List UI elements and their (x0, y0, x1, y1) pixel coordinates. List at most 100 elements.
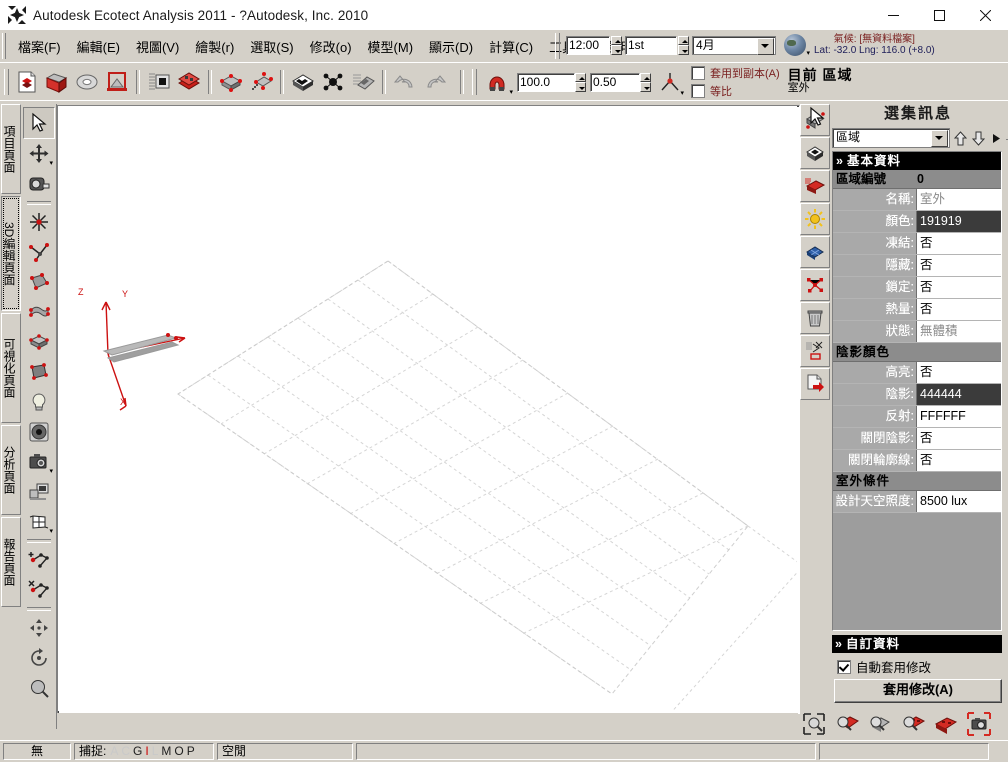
snap-letter-o[interactable]: O (174, 744, 183, 759)
apply-changes-button[interactable]: 套用修改(A) (834, 679, 1002, 703)
extruded-box-tool[interactable] (24, 327, 54, 357)
row-shadow[interactable]: 陰影: 444444 (833, 384, 1001, 406)
page-tab-report[interactable]: 報告頁面 (1, 517, 21, 607)
print-button[interactable] (144, 67, 174, 97)
row-design-sky[interactable]: 設計天空照度: 8500 lux (833, 491, 1001, 513)
row-reflection[interactable]: 反射: FFFFFF (833, 406, 1001, 428)
snap-letter-a[interactable]: A (110, 744, 118, 759)
apply-to-copy-row[interactable]: 套用到副本(A) (691, 65, 780, 81)
maximize-button[interactable] (916, 0, 962, 30)
zoom-extents-button[interactable] (799, 709, 829, 739)
chevron-down-icon[interactable] (931, 130, 948, 147)
close-button[interactable] (962, 0, 1008, 30)
more-options-button[interactable] (988, 129, 1004, 147)
thermal-display-button[interactable] (800, 170, 830, 202)
redo-button[interactable] (420, 67, 450, 97)
export-button[interactable] (102, 67, 132, 97)
next-object-button[interactable] (970, 129, 986, 147)
node-edit-button[interactable] (246, 67, 276, 97)
material-library-button[interactable] (318, 67, 348, 97)
auto-apply-checkbox[interactable] (837, 659, 851, 674)
object-tree-button[interactable] (800, 335, 830, 367)
day-input[interactable]: 1st (625, 35, 677, 55)
snap-letter-m[interactable]: M (161, 744, 171, 759)
select-pointer-tool[interactable] (23, 107, 55, 139)
grid-size-input[interactable]: 100.0 (517, 72, 575, 92)
curved-surface-tool[interactable] (24, 297, 54, 327)
3d-viewport[interactable]: Z X Y (57, 105, 800, 714)
page-tab-visualise[interactable]: 可視化頁面 (1, 313, 21, 423)
row-thermal-value[interactable]: 否 (917, 299, 1001, 320)
viewport-canvas[interactable]: Z X Y (58, 106, 799, 713)
grid-size-spinner[interactable] (575, 72, 586, 92)
apply-to-copy-checkbox[interactable] (691, 66, 705, 80)
menu-draw[interactable]: 繪製(r) (188, 35, 241, 58)
time-spinner[interactable] (611, 35, 622, 55)
row-highlight-value[interactable]: 否 (917, 362, 1001, 383)
snap-letter-l[interactable]: L (152, 744, 159, 759)
row-locked[interactable]: 鎖定: 否 (833, 277, 1001, 299)
snap-letter-c[interactable]: C (121, 744, 130, 759)
solid-box-tool[interactable] (24, 357, 54, 387)
axis-tripod-icon[interactable]: ▾ (655, 67, 685, 97)
report-export-button[interactable] (800, 368, 830, 400)
proportional-checkbox[interactable] (691, 84, 705, 98)
row-colour[interactable]: 顏色: 191919 (833, 211, 1001, 233)
speaker-tool[interactable] (24, 417, 54, 447)
grid-display-button[interactable] (800, 236, 830, 268)
object-type-combo[interactable]: 區域 (832, 128, 950, 148)
globe-icon[interactable]: ▾ (784, 34, 810, 57)
row-locked-value[interactable]: 否 (917, 277, 1001, 298)
section-custom-data[interactable]: » 自訂資料 (832, 635, 1002, 653)
row-no-shadow-value[interactable]: 否 (917, 428, 1001, 449)
menu-view[interactable]: 視圖(V) (129, 35, 186, 58)
computer-tool[interactable] (24, 477, 54, 507)
section-basic-data[interactable]: » 基本資料 (833, 152, 1001, 170)
window-tool[interactable]: ▾ (24, 507, 54, 537)
pan-view-tool[interactable] (24, 613, 54, 643)
row-reflection-value[interactable]: FFFFFF (917, 406, 1001, 427)
menu-file[interactable]: 檔案(F) (11, 35, 68, 58)
camera-tool[interactable]: ▾ (24, 447, 54, 477)
orbit-view-tool[interactable] (24, 643, 54, 673)
zoom-zone-button[interactable] (865, 709, 895, 739)
section-outdoor-conditions[interactable]: 室外條件 (833, 472, 1001, 491)
row-highlight[interactable]: 高亮: 否 (833, 362, 1001, 384)
add-node-tool[interactable] (24, 545, 54, 575)
row-hidden[interactable]: 隱藏: 否 (833, 255, 1001, 277)
row-hidden-value[interactable]: 否 (917, 255, 1001, 276)
proportional-row[interactable]: 等比 (691, 83, 780, 99)
render-button[interactable] (348, 67, 378, 97)
menu-modify[interactable]: 修改(o) (303, 35, 359, 58)
trash-button[interactable] (800, 302, 830, 334)
snap-letter-g[interactable]: G (133, 744, 142, 759)
row-frozen-value[interactable]: 否 (917, 233, 1001, 254)
model-settings-button[interactable] (174, 67, 204, 97)
datetime-toolbar-grip[interactable] (555, 33, 560, 59)
menu-edit[interactable]: 編輯(E) (70, 35, 127, 58)
section-shadow-colour[interactable]: 陰影顏色 (833, 343, 1001, 362)
row-no-shadow[interactable]: 關閉陰影: 否 (833, 428, 1001, 450)
shade-preview-button[interactable] (931, 709, 961, 739)
new-file-button[interactable] (12, 67, 42, 97)
previous-object-button[interactable] (952, 129, 968, 147)
snap-letter-p[interactable]: P (187, 744, 195, 759)
open-file-button[interactable] (42, 67, 72, 97)
page-tab-project[interactable]: 項目頁面 (1, 104, 21, 194)
row-no-outline[interactable]: 關閉輪廓線: 否 (833, 450, 1001, 472)
snap-size-spinner[interactable] (640, 72, 651, 92)
material-button[interactable] (288, 67, 318, 97)
checker-display-button[interactable] (800, 137, 830, 169)
page-tab-3d-editor[interactable]: 3D編輯頁面 (1, 196, 21, 311)
zoom-selected-button[interactable] (832, 709, 862, 739)
point-tool[interactable] (24, 207, 54, 237)
node-display-button[interactable] (800, 269, 830, 301)
row-colour-value[interactable]: 191919 (917, 211, 1001, 232)
month-combo[interactable]: 4月 (692, 35, 776, 55)
plane-tool[interactable] (24, 267, 54, 297)
zone-manager-button[interactable] (216, 67, 246, 97)
zoom-view-tool[interactable] (24, 673, 54, 703)
row-name-value[interactable]: 室外 (917, 189, 1001, 210)
row-no-outline-value[interactable]: 否 (917, 450, 1001, 471)
day-spinner[interactable] (678, 35, 689, 55)
